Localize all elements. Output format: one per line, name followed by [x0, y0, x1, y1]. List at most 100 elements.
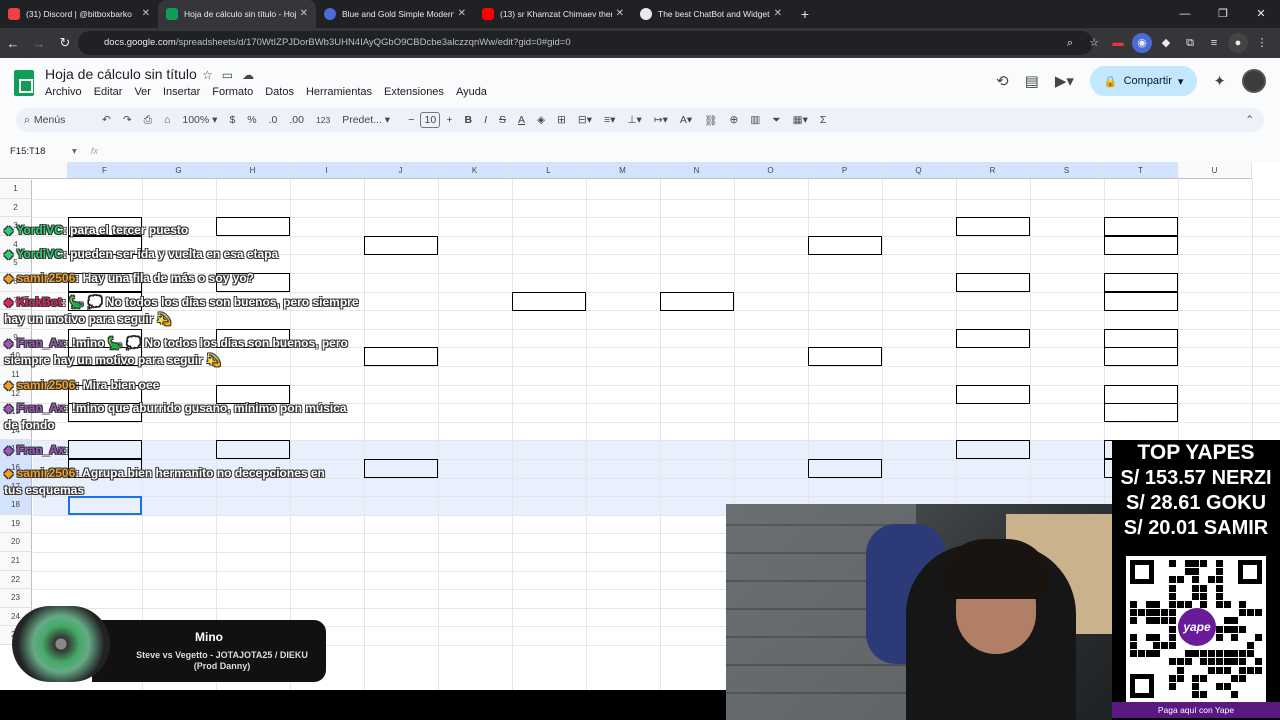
column-header[interactable]: K — [438, 162, 512, 179]
increase-decimal-button[interactable]: .00 — [283, 114, 310, 126]
bracket-cell[interactable] — [1104, 384, 1178, 404]
menu-archivo[interactable]: Archivo — [45, 86, 88, 98]
menu-dots-icon[interactable]: ⋮ — [1252, 33, 1272, 53]
font-size-decrease[interactable]: − — [402, 114, 420, 126]
menu-formato[interactable]: Formato — [212, 86, 259, 98]
share-button[interactable]: 🔒 Compartir ▾ — [1089, 66, 1198, 96]
close-icon[interactable]: ✕ — [616, 8, 624, 19]
column-header[interactable]: P — [808, 162, 882, 179]
column-header[interactable]: G — [142, 162, 216, 179]
history-icon[interactable]: ⟲ — [996, 72, 1009, 90]
insert-chart-icon[interactable]: ▥ — [744, 114, 766, 126]
reload-icon[interactable]: ↻ — [52, 35, 78, 51]
borders-icon[interactable]: ⊞ — [551, 114, 572, 126]
star-icon[interactable]: ☆ — [202, 68, 213, 82]
url-field[interactable]: docs.google.com/spreadsheets/d/170WtIZPJ… — [78, 31, 1093, 55]
menu-insertar[interactable]: Insertar — [163, 86, 206, 98]
redo-icon[interactable]: ↷ — [117, 114, 138, 126]
menu-extensiones[interactable]: Extensiones — [384, 86, 450, 98]
bracket-cell[interactable] — [364, 347, 438, 367]
italic-icon[interactable]: I — [478, 114, 493, 126]
text-color-icon[interactable]: A — [512, 114, 531, 126]
column-header[interactable]: L — [512, 162, 586, 179]
collapse-toolbar-icon[interactable]: ⌃ — [1239, 114, 1264, 126]
text-rotation-icon[interactable]: A▾ — [674, 114, 698, 126]
select-all-corner[interactable] — [0, 162, 68, 179]
column-header[interactable]: S — [1030, 162, 1104, 179]
gemini-icon[interactable]: ✦ — [1213, 72, 1226, 90]
bracket-cell[interactable] — [1104, 273, 1178, 292]
bracket-cell[interactable] — [1104, 347, 1178, 367]
align-vertical-icon[interactable]: ⊥▾ — [621, 114, 647, 126]
document-title[interactable]: Hoja de cálculo sin título — [45, 66, 197, 82]
close-icon[interactable]: ✕ — [774, 8, 782, 19]
column-header[interactable]: U — [1178, 162, 1252, 179]
font-size-increase[interactable]: + — [440, 114, 458, 126]
new-tab-button[interactable]: + — [790, 0, 820, 28]
bracket-cell[interactable] — [364, 459, 438, 478]
menu-search[interactable]: ⌕ Menús — [16, 114, 96, 127]
chevron-down-icon[interactable]: ▾ — [1178, 75, 1184, 88]
row-header[interactable]: 1 — [0, 180, 32, 199]
bracket-cell[interactable] — [1104, 328, 1178, 348]
row-header[interactable]: 20 — [0, 533, 32, 552]
row-header[interactable]: 22 — [0, 570, 32, 590]
column-header[interactable]: O — [734, 162, 808, 179]
number-format-button[interactable]: 123 — [310, 115, 336, 125]
bracket-cell[interactable] — [1104, 403, 1178, 423]
name-box[interactable]: F15:T18 — [0, 146, 72, 157]
meet-icon[interactable]: ▶▾ — [1055, 72, 1074, 90]
zoom-select[interactable]: 100% ▾ — [176, 114, 223, 126]
bracket-cell[interactable] — [956, 217, 1030, 237]
zoom-icon[interactable]: ⌕ — [1060, 33, 1080, 53]
extension-icon[interactable]: ◉ — [1132, 33, 1152, 53]
bracket-cell[interactable] — [808, 459, 882, 478]
merge-cells-icon[interactable]: ⊟▾ — [572, 114, 598, 126]
link-icon[interactable]: ⛓ — [698, 114, 723, 127]
decrease-decimal-button[interactable]: .0 — [263, 114, 284, 126]
browser-tab-canva[interactable]: Blue and Gold Simple Modern ✕ — [316, 0, 474, 28]
reading-list-icon[interactable]: ≡ — [1204, 33, 1224, 53]
font-size-input[interactable]: 10 — [420, 112, 441, 128]
close-icon[interactable]: ✕ — [458, 8, 466, 19]
bracket-cell[interactable] — [216, 217, 290, 237]
fill-color-icon[interactable]: ◈ — [531, 114, 551, 126]
menu-ver[interactable]: Ver — [134, 86, 157, 98]
column-header[interactable]: H — [216, 162, 290, 179]
bracket-cell[interactable] — [364, 235, 438, 255]
menu-ayuda[interactable]: Ayuda — [456, 86, 493, 98]
maximize-icon[interactable]: ❐ — [1204, 0, 1242, 28]
bracket-cell[interactable] — [808, 235, 882, 255]
bracket-cell[interactable] — [1104, 291, 1178, 311]
row-header[interactable]: 23 — [0, 589, 32, 608]
bracket-cell[interactable] — [1104, 235, 1178, 255]
bracket-cell[interactable] — [1104, 217, 1178, 237]
sheets-logo-icon[interactable] — [14, 70, 34, 96]
font-select[interactable]: Predet... ▾ — [336, 114, 402, 126]
extension-icon[interactable]: ▬ — [1108, 33, 1128, 53]
close-window-icon[interactable]: ✕ — [1242, 0, 1280, 28]
row-header[interactable]: 21 — [0, 552, 32, 571]
bracket-cell[interactable] — [808, 347, 882, 367]
text-wrap-icon[interactable]: ↦▾ — [648, 114, 674, 126]
bracket-cell[interactable] — [956, 328, 1030, 348]
filter-icon[interactable]: ⏷ — [766, 114, 786, 127]
row-header[interactable]: 19 — [0, 514, 32, 534]
puzzle-icon[interactable]: ⧉ — [1180, 33, 1200, 53]
functions-icon[interactable]: Σ — [814, 114, 833, 126]
bracket-cell[interactable] — [956, 273, 1030, 292]
column-header[interactable]: I — [290, 162, 364, 179]
bracket-cell[interactable] — [956, 384, 1030, 404]
column-header[interactable]: Q — [882, 162, 956, 179]
align-horizontal-icon[interactable]: ≡▾ — [598, 114, 621, 126]
browser-tab-youtube[interactable]: (13) sr Khamzat Chimaev theme ✕ — [474, 0, 632, 28]
percent-button[interactable]: % — [241, 114, 262, 126]
bracket-cell[interactable] — [512, 291, 586, 311]
minimize-icon[interactable]: — — [1166, 0, 1204, 28]
avatar[interactable] — [1242, 69, 1266, 93]
insert-comment-icon[interactable]: ⊕ — [724, 114, 745, 126]
bracket-cell[interactable] — [660, 291, 734, 311]
row-header[interactable]: 2 — [0, 198, 32, 218]
comment-icon[interactable]: ▤ — [1025, 72, 1039, 90]
profile-icon[interactable]: ● — [1228, 33, 1248, 53]
